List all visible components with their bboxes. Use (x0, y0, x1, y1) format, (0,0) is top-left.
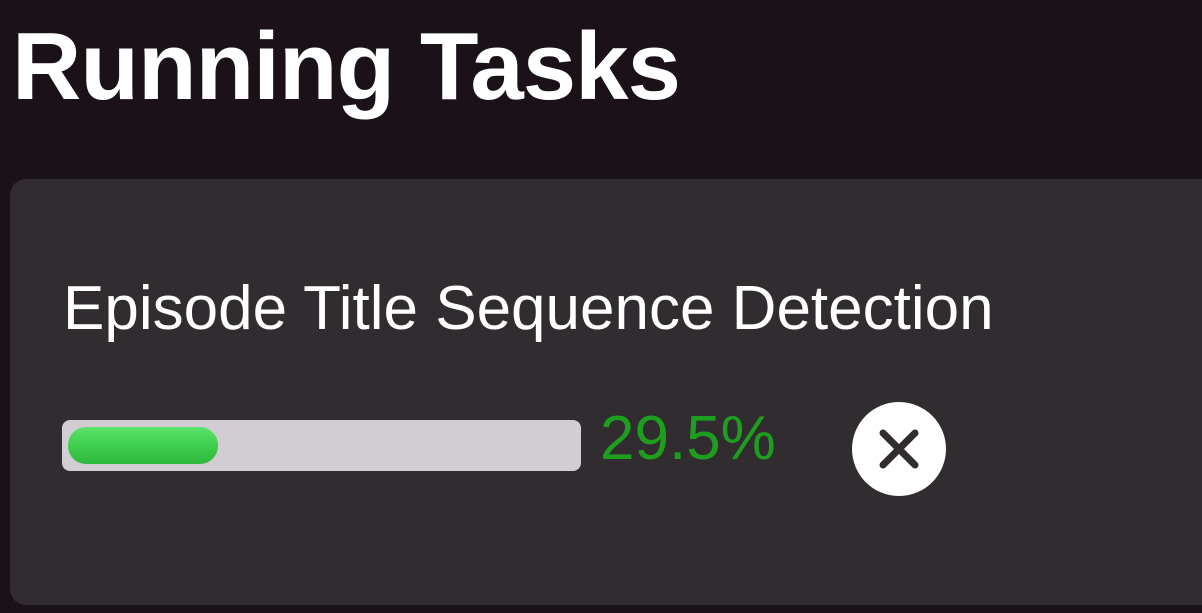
page-title: Running Tasks (12, 13, 681, 120)
task-name: Episode Title Sequence Detection (63, 274, 994, 343)
progress-percent: 29.5% (600, 404, 776, 473)
close-icon (879, 429, 919, 469)
progress-bar-fill (68, 427, 218, 464)
progress-bar (62, 420, 581, 471)
cancel-task-button[interactable] (852, 402, 946, 496)
task-card: Episode Title Sequence Detection 29.5% (10, 179, 1202, 605)
running-tasks-page: Running Tasks Episode Title Sequence Det… (0, 0, 1202, 613)
